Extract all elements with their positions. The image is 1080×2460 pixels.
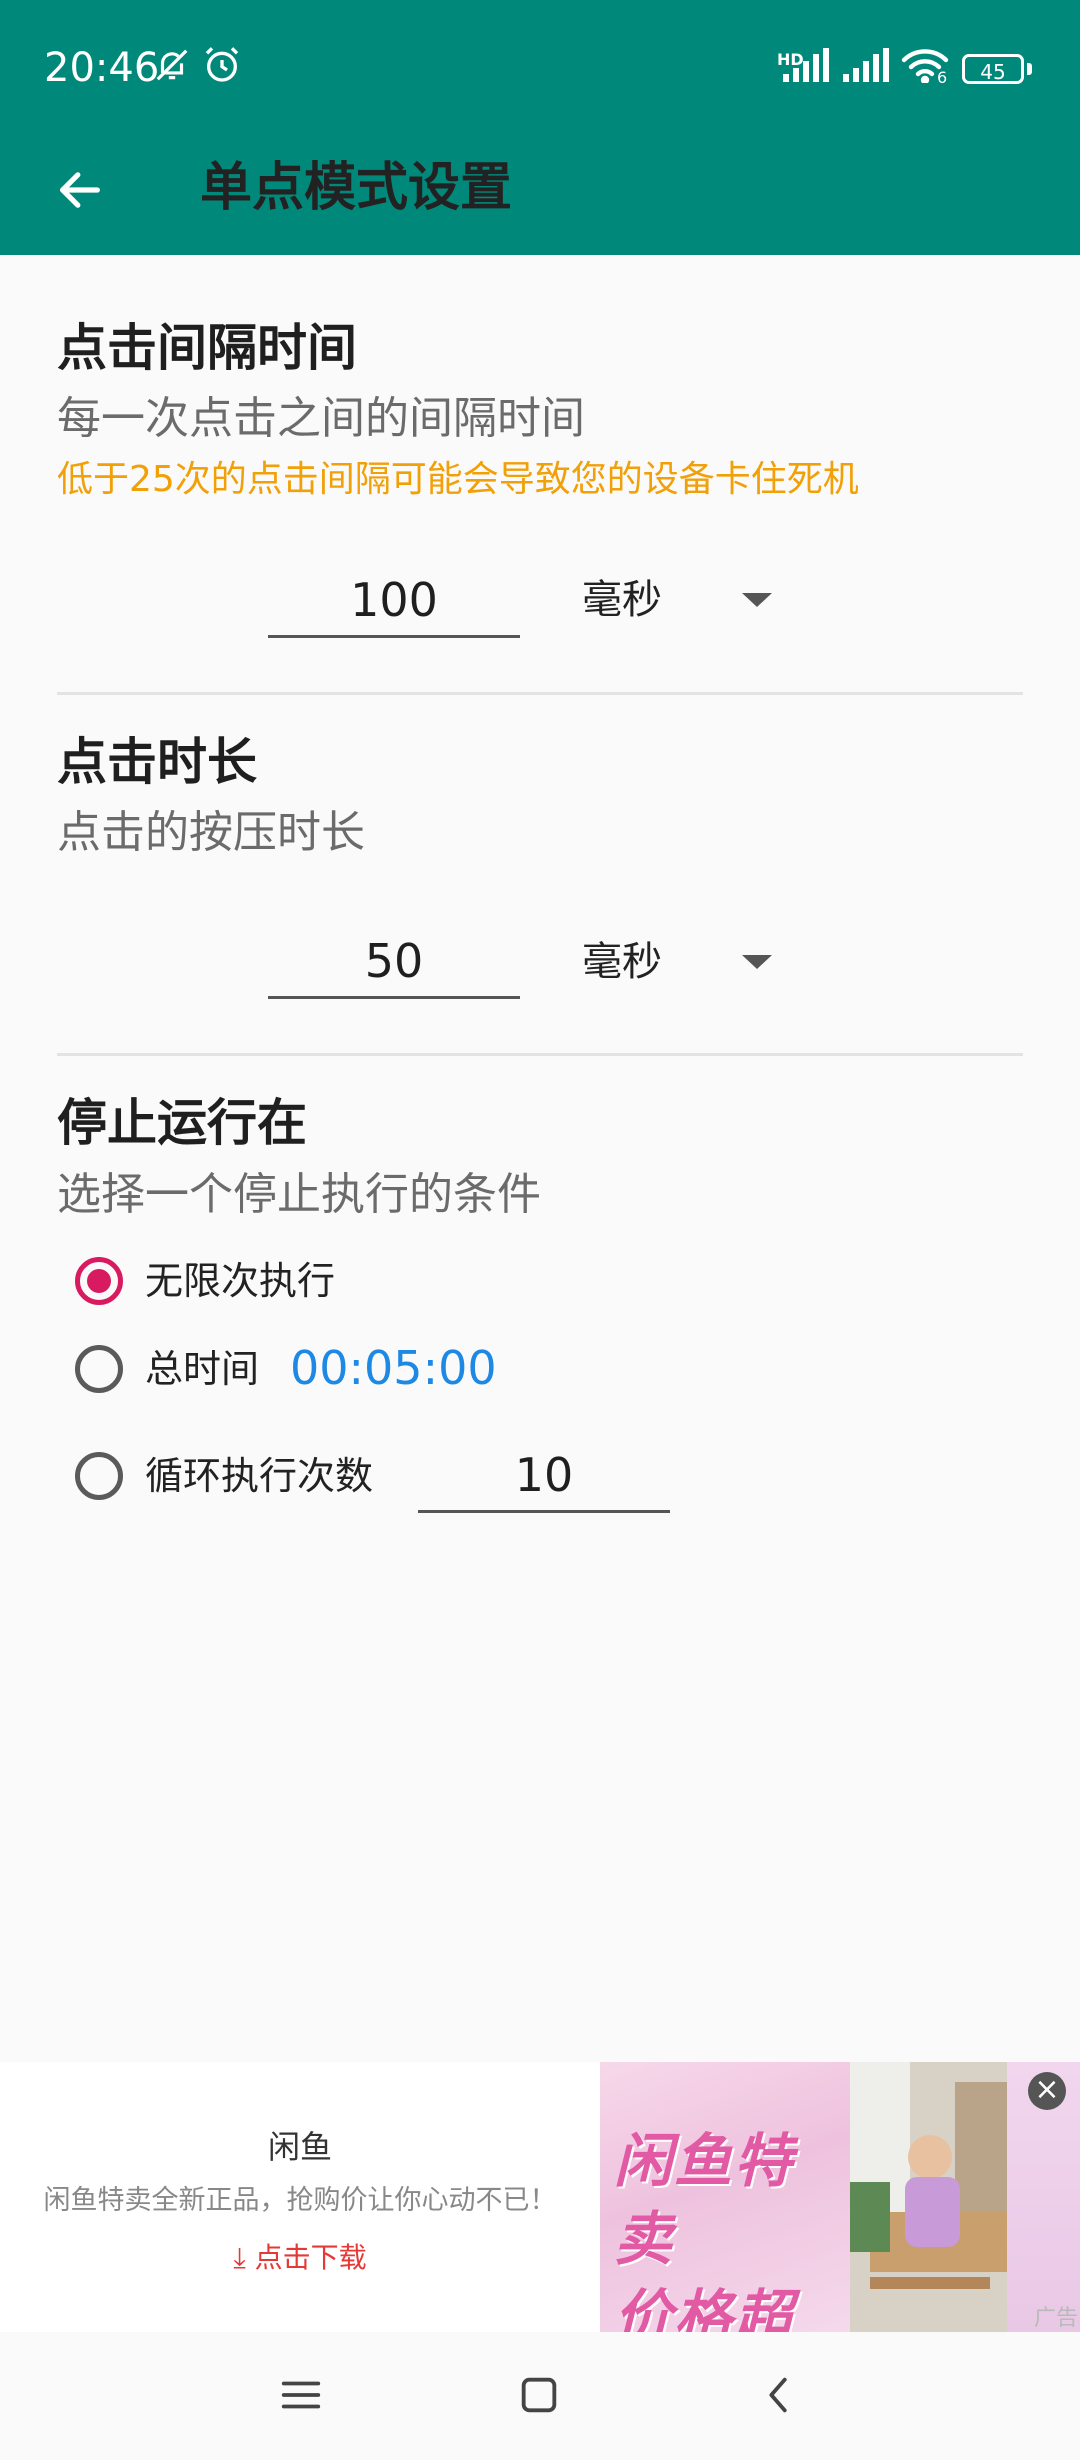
alarm-icon bbox=[200, 45, 244, 85]
ad-tag: 广告 bbox=[1034, 2306, 1079, 2331]
duration-title: 点击时长 bbox=[57, 733, 257, 791]
ad-download-button[interactable]: ⤓ 点击下载 bbox=[0, 2236, 600, 2276]
interval-input[interactable]: 100 bbox=[268, 565, 520, 638]
status-time: 20:46 bbox=[44, 45, 160, 91]
stop-title: 停止运行在 bbox=[57, 1094, 307, 1152]
ad-title[interactable]: 闲鱼 bbox=[0, 2122, 600, 2168]
ad-description[interactable]: 闲鱼特卖全新正品，抢购价让你心动不已！ bbox=[0, 2178, 600, 2217]
duration-input[interactable]: 50 bbox=[268, 926, 520, 999]
ad-cta-label: 点击下载 bbox=[254, 2241, 367, 2274]
chevron-left-icon[interactable] bbox=[756, 2372, 802, 2418]
radio-unlimited-label[interactable]: 无限次执行 bbox=[145, 1256, 335, 1306]
total-time-value[interactable]: 00:05:00 bbox=[290, 1340, 497, 1396]
interval-unit-select[interactable]: 毫秒 bbox=[582, 570, 662, 630]
signal-icon bbox=[780, 45, 830, 85]
ad-image-photo[interactable] bbox=[850, 2062, 1007, 2332]
app-bar bbox=[0, 130, 1080, 255]
interval-title: 点击间隔时间 bbox=[57, 319, 357, 377]
radio-unlimited[interactable] bbox=[75, 1257, 123, 1305]
radio-loop-count[interactable] bbox=[75, 1452, 123, 1500]
divider bbox=[57, 1053, 1023, 1056]
duration-subtitle: 点击的按压时长 bbox=[57, 807, 365, 858]
battery-indicator: 45 bbox=[962, 54, 1024, 84]
radio-total-time-label[interactable]: 总时间 bbox=[145, 1344, 259, 1394]
page-title: 单点模式设置 bbox=[200, 158, 513, 218]
interval-warning: 低于25次的点击间隔可能会导致您的设备卡住死机 bbox=[57, 459, 859, 500]
signal-icon-2 bbox=[840, 45, 890, 85]
home-square-icon[interactable] bbox=[516, 2372, 562, 2418]
download-icon: ⤓ bbox=[233, 2241, 246, 2274]
ad-image-text: 闲鱼特卖 价格超低 bbox=[614, 2127, 795, 2332]
battery-tip bbox=[1027, 63, 1032, 75]
radio-loop-count-label[interactable]: 循环执行次数 bbox=[145, 1451, 373, 1501]
ad-image-promo[interactable]: 闲鱼特卖 价格超低 bbox=[600, 2062, 850, 2332]
arrow-back-icon bbox=[60, 172, 100, 208]
wifi-badge: 6 bbox=[937, 68, 948, 87]
caret-down-icon[interactable] bbox=[742, 955, 772, 969]
stop-subtitle: 选择一个停止执行的条件 bbox=[57, 1169, 541, 1220]
loop-count-input[interactable]: 10 bbox=[418, 1440, 670, 1513]
close-icon[interactable]: × bbox=[1028, 2072, 1066, 2110]
menu-icon[interactable] bbox=[278, 2372, 324, 2418]
caret-down-icon[interactable] bbox=[742, 593, 772, 607]
duration-unit-select[interactable]: 毫秒 bbox=[582, 932, 662, 992]
bell-off-icon bbox=[152, 45, 192, 85]
radio-dot bbox=[87, 1269, 111, 1293]
interval-subtitle: 每一次点击之间的间隔时间 bbox=[57, 393, 585, 444]
divider bbox=[57, 692, 1023, 695]
photo-illustration bbox=[850, 2062, 1007, 2332]
radio-total-time[interactable] bbox=[75, 1345, 123, 1393]
back-button[interactable] bbox=[40, 150, 120, 230]
